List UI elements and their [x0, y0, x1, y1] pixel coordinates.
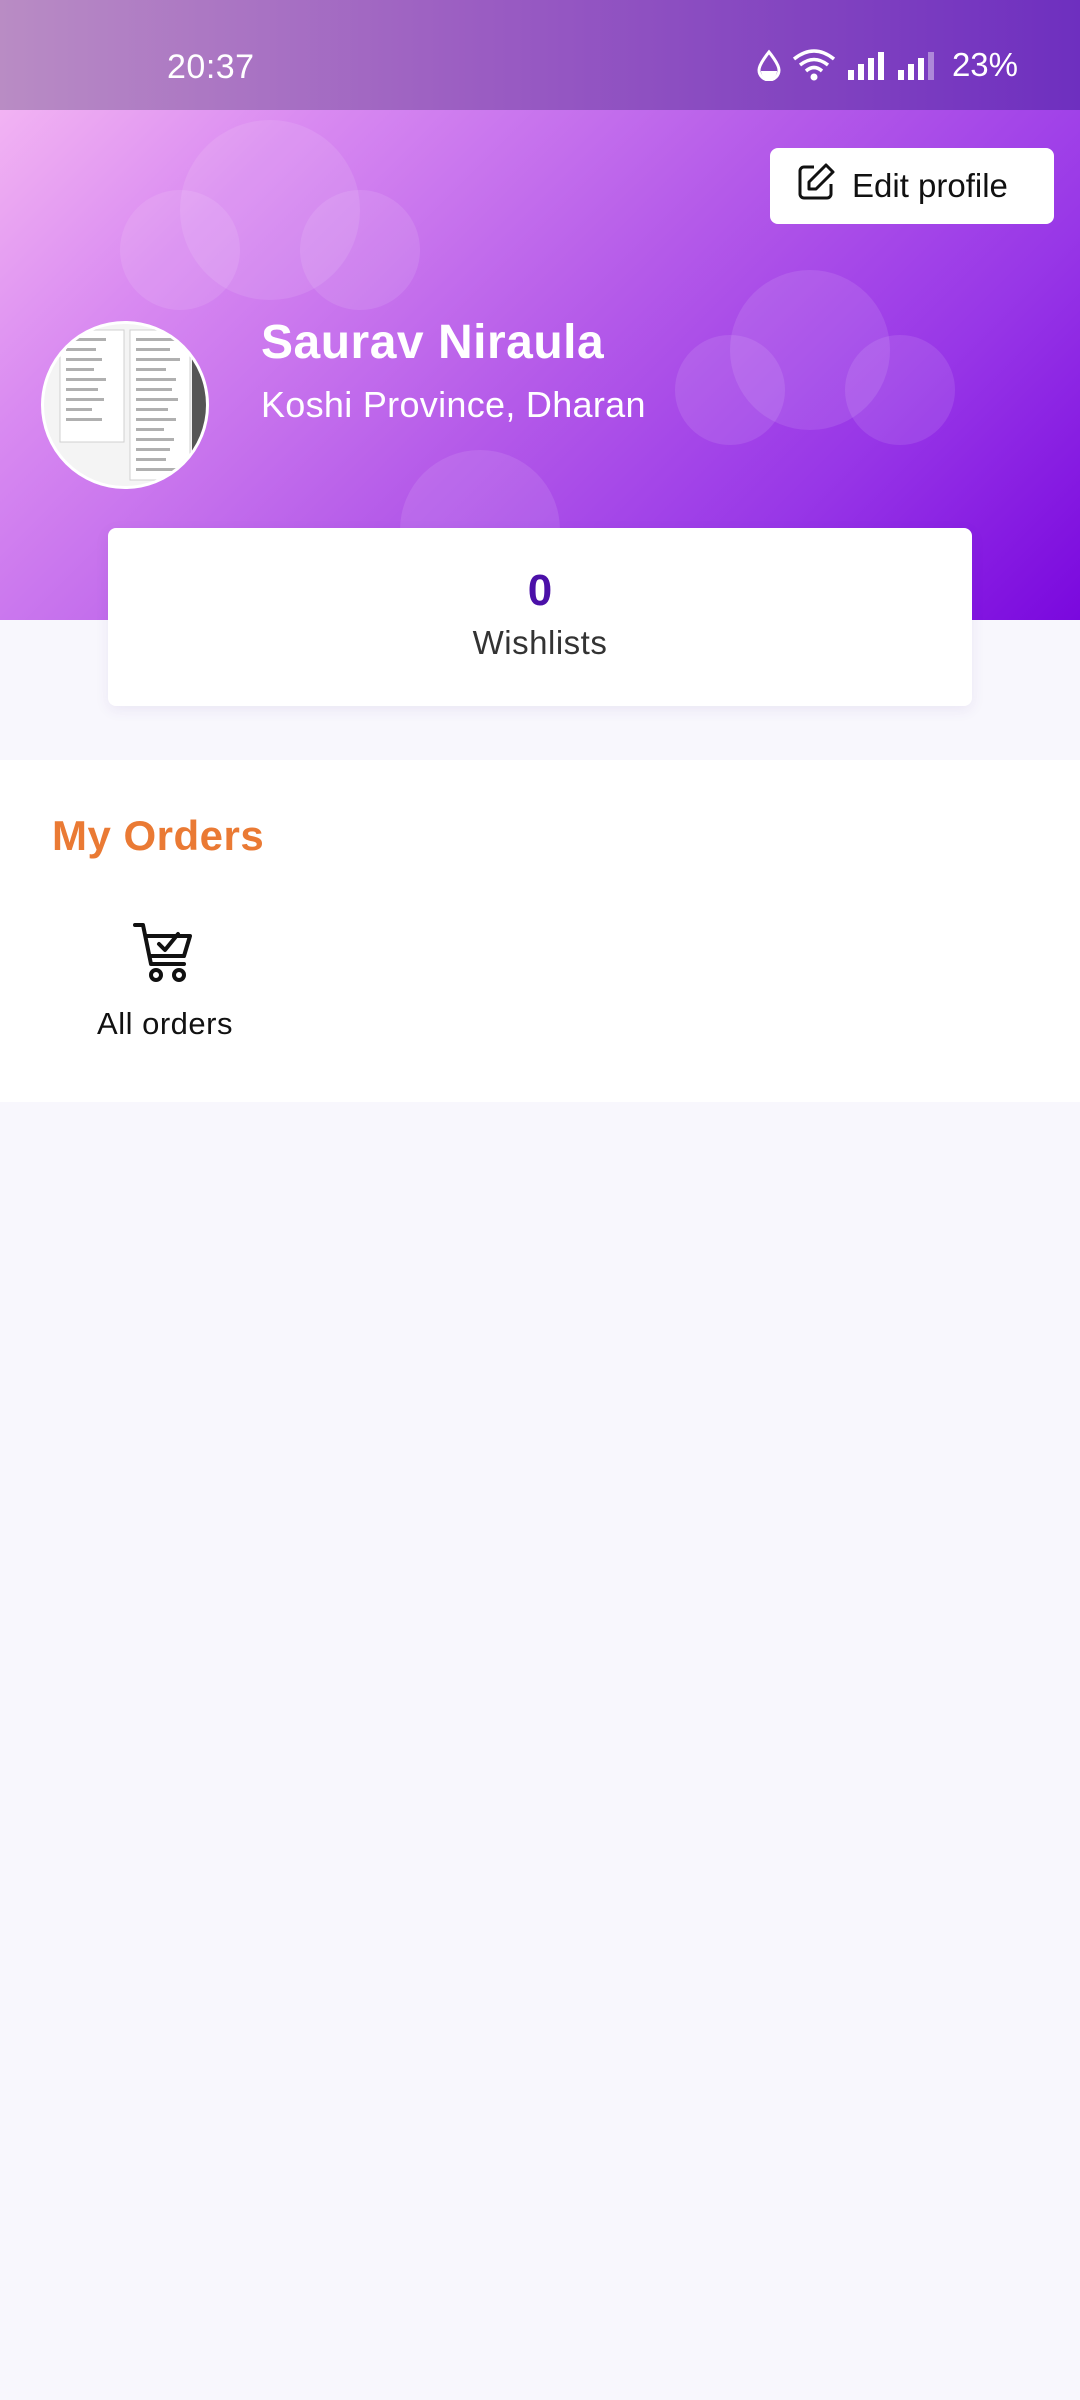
wifi-icon — [792, 49, 836, 81]
edit-profile-label: Edit profile — [852, 167, 1008, 204]
edit-profile-button[interactable]: Edit profile — [770, 148, 1054, 224]
cart-check-icon — [132, 920, 198, 991]
battery-level: 23% — [951, 46, 1018, 83]
cloud-decoration — [120, 120, 420, 310]
signal-icon-2 — [896, 50, 936, 80]
wishlist-card[interactable]: 0 Wishlists — [108, 528, 972, 706]
wishlist-count: 0 — [527, 566, 553, 615]
user-location: Koshi Province, Dharan — [261, 384, 646, 425]
status-icons: 23% — [756, 46, 1018, 84]
my-orders-section: My Orders All orders — [0, 760, 1080, 1102]
signal-icon — [846, 50, 886, 80]
cloud-decoration — [675, 270, 955, 445]
status-bar: 20:37 23% — [0, 0, 1080, 110]
edit-icon — [796, 162, 836, 210]
all-orders-button[interactable]: All orders — [80, 920, 250, 1041]
my-orders-title: My Orders — [52, 812, 265, 859]
wishlist-label: Wishlists — [472, 624, 608, 661]
avatar[interactable] — [41, 321, 209, 489]
user-name: Saurav Niraula — [261, 316, 605, 369]
data-saver-icon — [756, 49, 782, 81]
status-time: 20:37 — [167, 48, 255, 86]
profile-screen: 20:37 23% Edit profile Saurav Niraula Ko… — [0, 0, 1080, 2400]
all-orders-label: All orders — [97, 1006, 233, 1041]
